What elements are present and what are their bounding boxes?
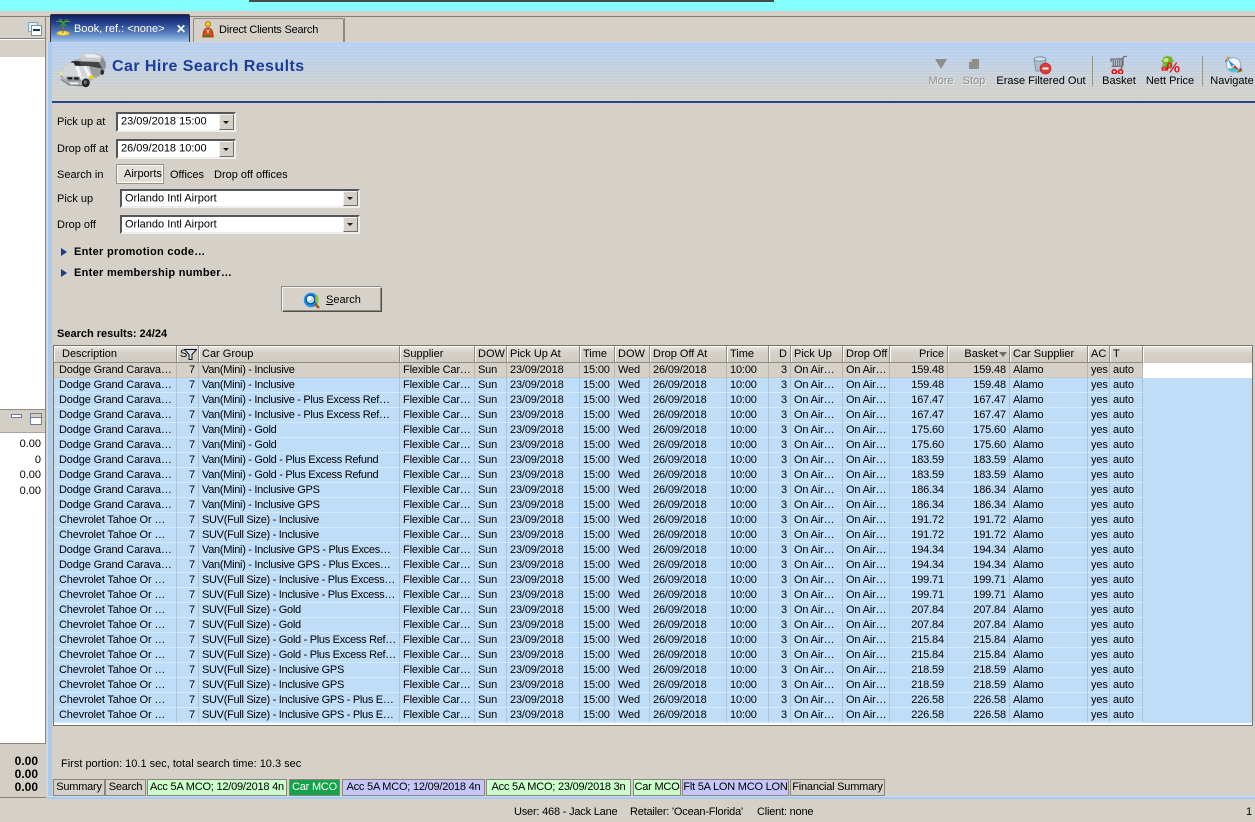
svg-text:%: %	[1167, 60, 1180, 74]
